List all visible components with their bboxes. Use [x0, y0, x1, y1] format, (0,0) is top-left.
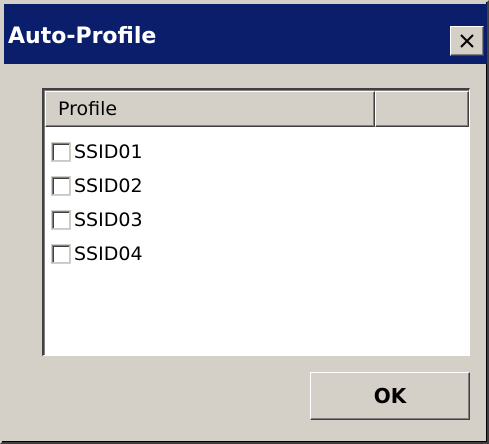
column-header-profile[interactable]: Profile: [45, 91, 375, 127]
checkbox[interactable]: [51, 176, 71, 196]
list-item-ssid01[interactable]: SSID01: [51, 135, 143, 169]
list-item-label: SSID02: [74, 175, 143, 197]
list-item-label: SSID03: [74, 209, 143, 231]
list-item-label: SSID04: [74, 243, 143, 265]
list-item-ssid02[interactable]: SSID02: [51, 169, 143, 203]
list-header: Profile: [45, 91, 469, 127]
checkbox[interactable]: [51, 244, 71, 264]
list-item-ssid04[interactable]: SSID04: [51, 237, 143, 271]
list-item-ssid03[interactable]: SSID03: [51, 203, 143, 237]
window-title: Auto-Profile: [8, 24, 157, 49]
list-item-label: SSID01: [74, 141, 143, 163]
checkbox[interactable]: [51, 142, 71, 162]
ok-button[interactable]: OK: [310, 372, 470, 420]
column-header-blank[interactable]: [375, 91, 469, 127]
checkbox[interactable]: [51, 210, 71, 230]
title-bar[interactable]: Auto-Profile: [4, 4, 487, 64]
close-button[interactable]: [450, 26, 484, 56]
auto-profile-dialog: Auto-Profile Profile SSID01 SSID02 SSID0…: [0, 0, 489, 444]
list-rows: SSID01 SSID02 SSID03 SSID04: [51, 135, 143, 271]
profile-list[interactable]: Profile SSID01 SSID02 SSID03 SSID04: [42, 88, 470, 356]
close-icon: [460, 34, 474, 48]
